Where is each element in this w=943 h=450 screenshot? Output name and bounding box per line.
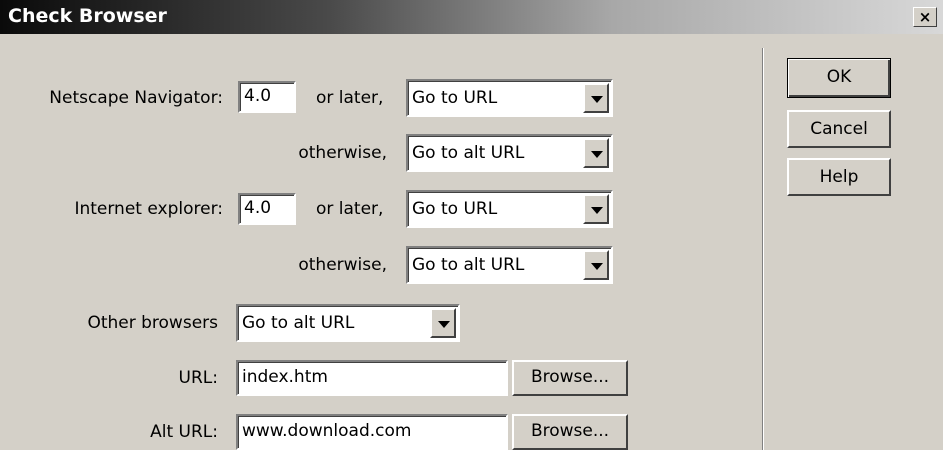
netscape-action-select[interactable]: Go to URL	[406, 79, 613, 117]
other-browsers-label: Other browsers	[87, 313, 218, 333]
check-browser-dialog: Check Browser × Netscape Navigator: 4.0 …	[0, 0, 943, 450]
alt-url-value: www.download.com	[242, 421, 412, 441]
help-button[interactable]: Help	[787, 158, 891, 196]
ie-action-select[interactable]: Go to URL	[406, 190, 613, 228]
ie-version-value: 4.0	[244, 198, 272, 218]
netscape-otherwise-select[interactable]: Go to alt URL	[406, 134, 613, 172]
url-input[interactable]: index.htm	[236, 360, 508, 396]
alt-url-input[interactable]: www.download.com	[236, 414, 508, 450]
other-browsers-value: Go to alt URL	[242, 313, 355, 333]
ie-action-value: Go to URL	[412, 199, 498, 219]
cancel-button[interactable]: Cancel	[787, 110, 891, 148]
ie-otherwise-label: otherwise,	[298, 255, 387, 275]
close-icon: ×	[918, 8, 932, 26]
url-browse-label: Browse...	[530, 367, 610, 387]
netscape-action-value: Go to URL	[412, 88, 498, 108]
url-value: index.htm	[242, 367, 328, 387]
alt-url-browse-label: Browse...	[530, 421, 610, 441]
netscape-version-input[interactable]: 4.0	[238, 81, 296, 113]
ie-otherwise-select[interactable]: Go to alt URL	[406, 246, 613, 284]
netscape-version-value: 4.0	[244, 86, 272, 106]
netscape-otherwise-label: otherwise,	[298, 143, 387, 163]
chevron-down-icon[interactable]	[583, 194, 609, 224]
netscape-label: Netscape Navigator:	[49, 88, 223, 108]
alt-url-label: Alt URL:	[150, 422, 218, 442]
netscape-otherwise-value: Go to alt URL	[412, 143, 525, 163]
close-button[interactable]: ×	[913, 7, 937, 27]
chevron-down-icon[interactable]	[583, 250, 609, 280]
alt-url-browse-button[interactable]: Browse...	[512, 414, 628, 450]
url-label: URL:	[178, 368, 218, 388]
chevron-down-icon[interactable]	[430, 308, 456, 338]
ie-version-input[interactable]: 4.0	[238, 193, 296, 225]
vertical-divider	[762, 48, 764, 450]
title-bar[interactable]: Check Browser ×	[0, 0, 943, 34]
ok-button[interactable]: OK	[787, 58, 891, 98]
url-browse-button[interactable]: Browse...	[512, 360, 628, 396]
ok-label: OK	[826, 67, 852, 87]
window-title: Check Browser	[8, 5, 167, 27]
netscape-or-later-label: or later,	[316, 88, 384, 108]
chevron-down-icon[interactable]	[583, 138, 609, 168]
ie-or-later-label: or later,	[316, 199, 384, 219]
chevron-down-icon[interactable]	[583, 83, 609, 113]
ie-label: Internet explorer:	[74, 199, 223, 219]
other-browsers-select[interactable]: Go to alt URL	[236, 304, 460, 342]
help-label: Help	[819, 167, 859, 187]
ie-otherwise-value: Go to alt URL	[412, 255, 525, 275]
cancel-label: Cancel	[810, 119, 868, 139]
